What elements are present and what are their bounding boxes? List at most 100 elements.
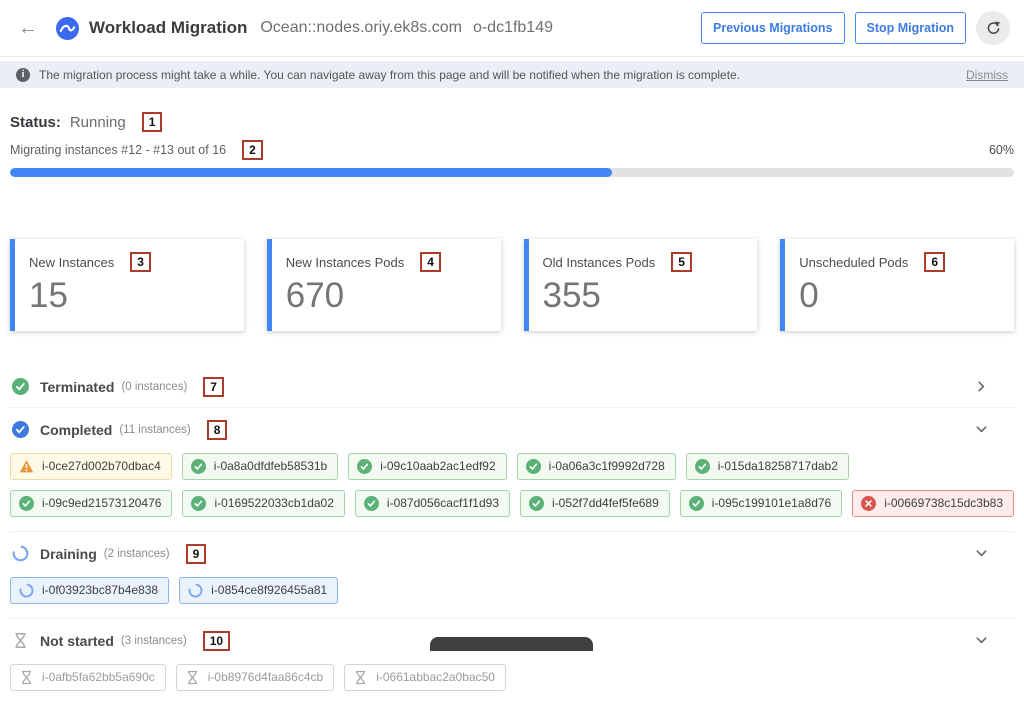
instance-chip: i-0169522033cb1da02 xyxy=(182,490,344,517)
hourglass-icon xyxy=(12,632,29,649)
check-circle-icon xyxy=(191,496,206,511)
section-draining: Draining (2 instances) 9 i-0f03923bc87b4e83… xyxy=(10,532,1014,619)
instance-id: i-0afb5fa62bb5a690c xyxy=(42,670,155,684)
check-circle-green-icon xyxy=(12,378,29,395)
annotation-marker-6: 6 xyxy=(924,252,945,272)
section-header[interactable]: Completed(11 instances)8 xyxy=(10,420,1014,440)
card-label: Unscheduled Pods xyxy=(799,255,908,270)
progress-bar xyxy=(10,168,1014,177)
instance-chip: i-0661abbac2a0bac50 xyxy=(344,664,506,691)
ocean-logo-icon xyxy=(56,17,79,40)
spinner-icon xyxy=(12,545,29,562)
check-circle-icon xyxy=(191,459,206,474)
check-circle-icon xyxy=(19,496,34,511)
instance-chip: i-09c10aab2ac1edf92 xyxy=(348,453,506,480)
instance-chip: i-0ce27d002b70dbac4 xyxy=(10,453,172,480)
header: ← Workload Migration Ocean::nodes.oriy.e… xyxy=(0,0,1024,57)
card-value: 355 xyxy=(543,277,744,316)
section-title: Draining xyxy=(40,546,97,562)
instance-chip: i-087d056cacf1f1d93 xyxy=(355,490,510,517)
check-circle-icon xyxy=(357,459,372,474)
annotation-marker-8: 8 xyxy=(207,420,228,440)
instance-id: i-0661abbac2a0bac50 xyxy=(376,670,495,684)
section-not-started: Not started(3 instances)10i-0afb5fa62bb5… xyxy=(10,619,1014,705)
card-value: 0 xyxy=(799,277,1000,316)
card-label-row: Old Instances Pods 5 xyxy=(543,252,744,272)
section-title: Completed xyxy=(40,422,112,438)
migration-detail-line: Migrating instances #12 - #13 out of 16 … xyxy=(10,140,1014,160)
instance-id: i-0ce27d002b70dbac4 xyxy=(42,459,161,473)
summary-cards: New Instances315 New Instances Pods 4 670 Ol… xyxy=(10,239,1014,331)
annotation-marker-4: 4 xyxy=(420,252,441,272)
info-banner: i The migration process might take a whi… xyxy=(0,61,1024,88)
instance-chip: i-0afb5fa62bb5a690c xyxy=(10,664,166,691)
spinner-icon xyxy=(19,583,34,598)
instance-chip: i-0a06a3c1f9992d728 xyxy=(517,453,676,480)
annotation-marker-7: 7 xyxy=(203,377,224,397)
summary-card: New Instances Pods 4 670 xyxy=(267,239,501,331)
check-circle-blue-icon xyxy=(12,421,29,438)
section-header[interactable]: Draining (2 instances) 9 xyxy=(10,544,1014,564)
check-circle-icon xyxy=(364,496,379,511)
section-count: (3 instances) xyxy=(121,635,187,647)
instance-id: i-095c199101e1a8d76 xyxy=(712,496,831,510)
annotation-marker-5: 5 xyxy=(671,252,692,272)
chevron-down-icon[interactable] xyxy=(975,423,988,436)
instance-id: i-087d056cacf1f1d93 xyxy=(387,496,499,510)
stop-migration-button[interactable]: Stop Migration xyxy=(855,12,967,44)
annotation-marker-3: 3 xyxy=(130,252,151,272)
hourglass-icon xyxy=(185,670,200,685)
instance-chip: i-0854ce8f926455a81 xyxy=(179,577,338,604)
refresh-icon xyxy=(985,20,1002,37)
back-arrow-icon[interactable]: ← xyxy=(18,18,38,38)
instance-chip-list: i-0f03923bc87b4e838 i-0854ce8f926455a81 xyxy=(10,577,1014,604)
card-label: Old Instances Pods xyxy=(543,255,656,270)
annotation-marker-10: 10 xyxy=(203,631,230,651)
section-header[interactable]: Terminated (0 instances) 7 xyxy=(10,377,1014,397)
status-label: Status: xyxy=(10,114,61,131)
instance-id: i-0a06a3c1f9992d728 xyxy=(549,459,665,473)
section-title: Terminated xyxy=(40,379,114,395)
card-label-row: New Instances Pods 4 xyxy=(286,252,487,272)
status-line: Status: Running 1 xyxy=(10,112,1014,132)
section-completed: Completed(11 instances)8 i-0ce27d002b70db… xyxy=(10,408,1014,532)
toast-fragment xyxy=(430,637,593,651)
spinner-icon xyxy=(188,583,203,598)
warning-triangle-icon xyxy=(19,459,34,474)
instance-id: i-09c10aab2ac1edf92 xyxy=(380,459,495,473)
card-label-row: Unscheduled Pods 6 xyxy=(799,252,1000,272)
error-circle-icon xyxy=(861,496,876,511)
migration-detail-text: Migrating instances #12 - #13 out of 16 xyxy=(10,143,226,157)
chevron-down-icon[interactable] xyxy=(975,547,988,560)
dismiss-link[interactable]: Dismiss xyxy=(966,68,1008,82)
status-value: Running xyxy=(70,114,126,131)
chevron-down-icon[interactable] xyxy=(975,634,988,647)
instance-id: i-0854ce8f926455a81 xyxy=(211,583,327,597)
instance-id: i-0b8976d4faa86c4cb xyxy=(208,670,323,684)
check-circle-icon xyxy=(689,496,704,511)
summary-card: New Instances315 xyxy=(10,239,244,331)
instance-id: i-09c9ed21573120476 xyxy=(42,496,161,510)
section-count: (2 instances) xyxy=(104,548,170,560)
ocean-id: o-dc1fb149 xyxy=(473,19,553,37)
section-count: (0 instances) xyxy=(121,381,187,393)
previous-migrations-button[interactable]: Previous Migrations xyxy=(701,12,844,44)
refresh-button[interactable] xyxy=(976,11,1010,45)
check-circle-icon xyxy=(526,459,541,474)
card-value: 670 xyxy=(286,277,487,316)
hourglass-icon xyxy=(19,670,34,685)
summary-card: Unscheduled Pods 6 0 xyxy=(780,239,1014,331)
info-icon: i xyxy=(16,68,30,82)
instance-chip: i-052f7dd4fef5fe689 xyxy=(520,490,670,517)
annotation-marker-2: 2 xyxy=(242,140,263,160)
instance-id: i-0a8a0dfdfeb58531b xyxy=(214,459,327,473)
instance-id: i-015da18258717dab2 xyxy=(718,459,838,473)
chevron-right-icon[interactable] xyxy=(975,380,988,393)
instance-chip: i-09c9ed21573120476 xyxy=(10,490,172,517)
ocean-cluster-name: Ocean::nodes.oriy.ek8s.com xyxy=(260,19,462,37)
annotation-marker-9: 9 xyxy=(186,544,207,564)
card-label: New Instances Pods xyxy=(286,255,405,270)
instance-chip: i-00669738c15dc3b83 xyxy=(852,490,1014,517)
instance-chip: i-0f03923bc87b4e838 xyxy=(10,577,169,604)
banner-message: The migration process might take a while… xyxy=(39,68,740,82)
